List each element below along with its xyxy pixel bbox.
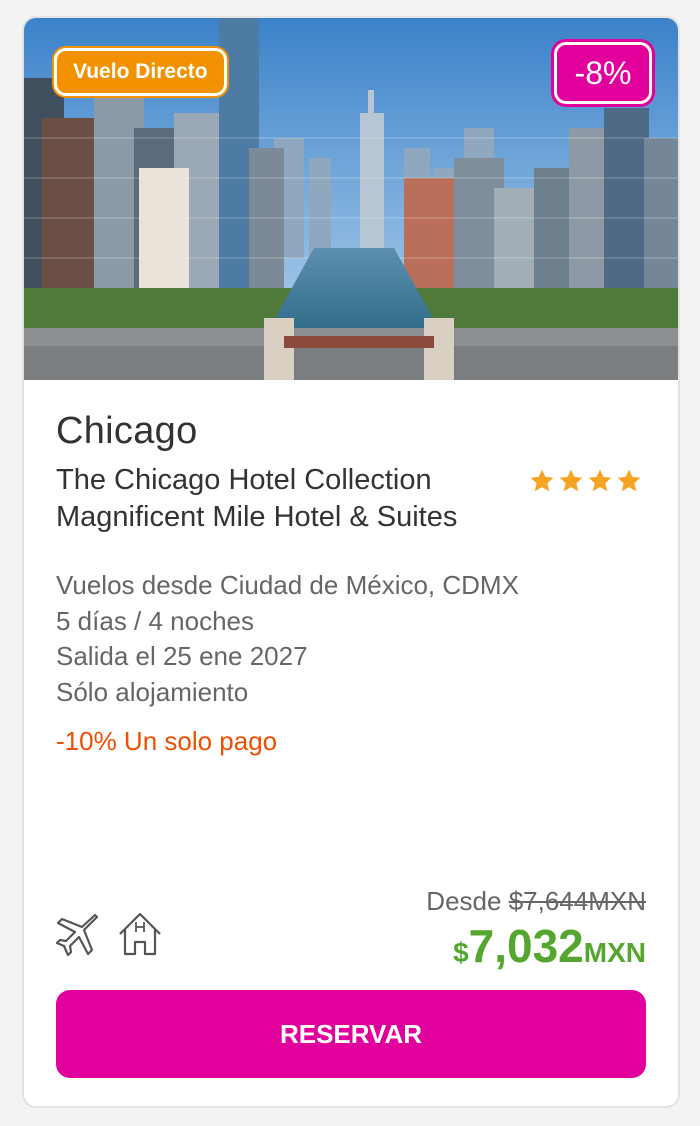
discount-badge: -8% bbox=[554, 42, 652, 104]
star-rating bbox=[529, 468, 642, 494]
star-icon bbox=[588, 469, 612, 492]
destination-photo[interactable]: Vuelo Directo -8% bbox=[24, 18, 678, 380]
direct-flight-badge: Vuelo Directo bbox=[54, 48, 227, 96]
departure-detail: Salida el 25 ene 2027 bbox=[56, 641, 308, 671]
duration-detail: 5 días / 4 noches bbox=[56, 605, 255, 636]
hotel-icon bbox=[116, 910, 164, 963]
included-services bbox=[55, 910, 164, 963]
original-price: Desde $7,644MXN bbox=[426, 886, 646, 917]
current-price: $7,032MXN bbox=[426, 919, 646, 973]
board-detail: Sólo alojamiento bbox=[56, 676, 249, 707]
airplane-icon bbox=[55, 910, 104, 963]
origin-detail: Vuelos desde Ciudad de México, CDMX bbox=[56, 570, 519, 600]
price-amount: 7,032 bbox=[468, 920, 584, 972]
currency-unit: MXN bbox=[583, 937, 646, 968]
from-label: Desde bbox=[426, 886, 502, 916]
destination-city: Chicago bbox=[56, 410, 198, 452]
star-icon bbox=[559, 469, 583, 492]
hotel-name: The Chicago Hotel Collection Magnificent… bbox=[56, 464, 458, 533]
star-icon bbox=[530, 469, 554, 492]
promo-text: -10% Un solo pago bbox=[56, 726, 278, 756]
currency-symbol: $ bbox=[453, 937, 469, 968]
reserve-button[interactable]: RESERVAR bbox=[56, 990, 646, 1078]
offer-card[interactable]: Vuelo Directo -8% Chicago The Chicago Ho… bbox=[22, 16, 680, 1108]
star-icon bbox=[617, 469, 641, 492]
original-price-value: $7,644MXN bbox=[508, 886, 646, 916]
trip-details: Vuelos desde Ciudad de México, CDMX 5 dí… bbox=[56, 568, 519, 710]
price-block: Desde $7,644MXN $7,032MXN bbox=[426, 886, 646, 973]
